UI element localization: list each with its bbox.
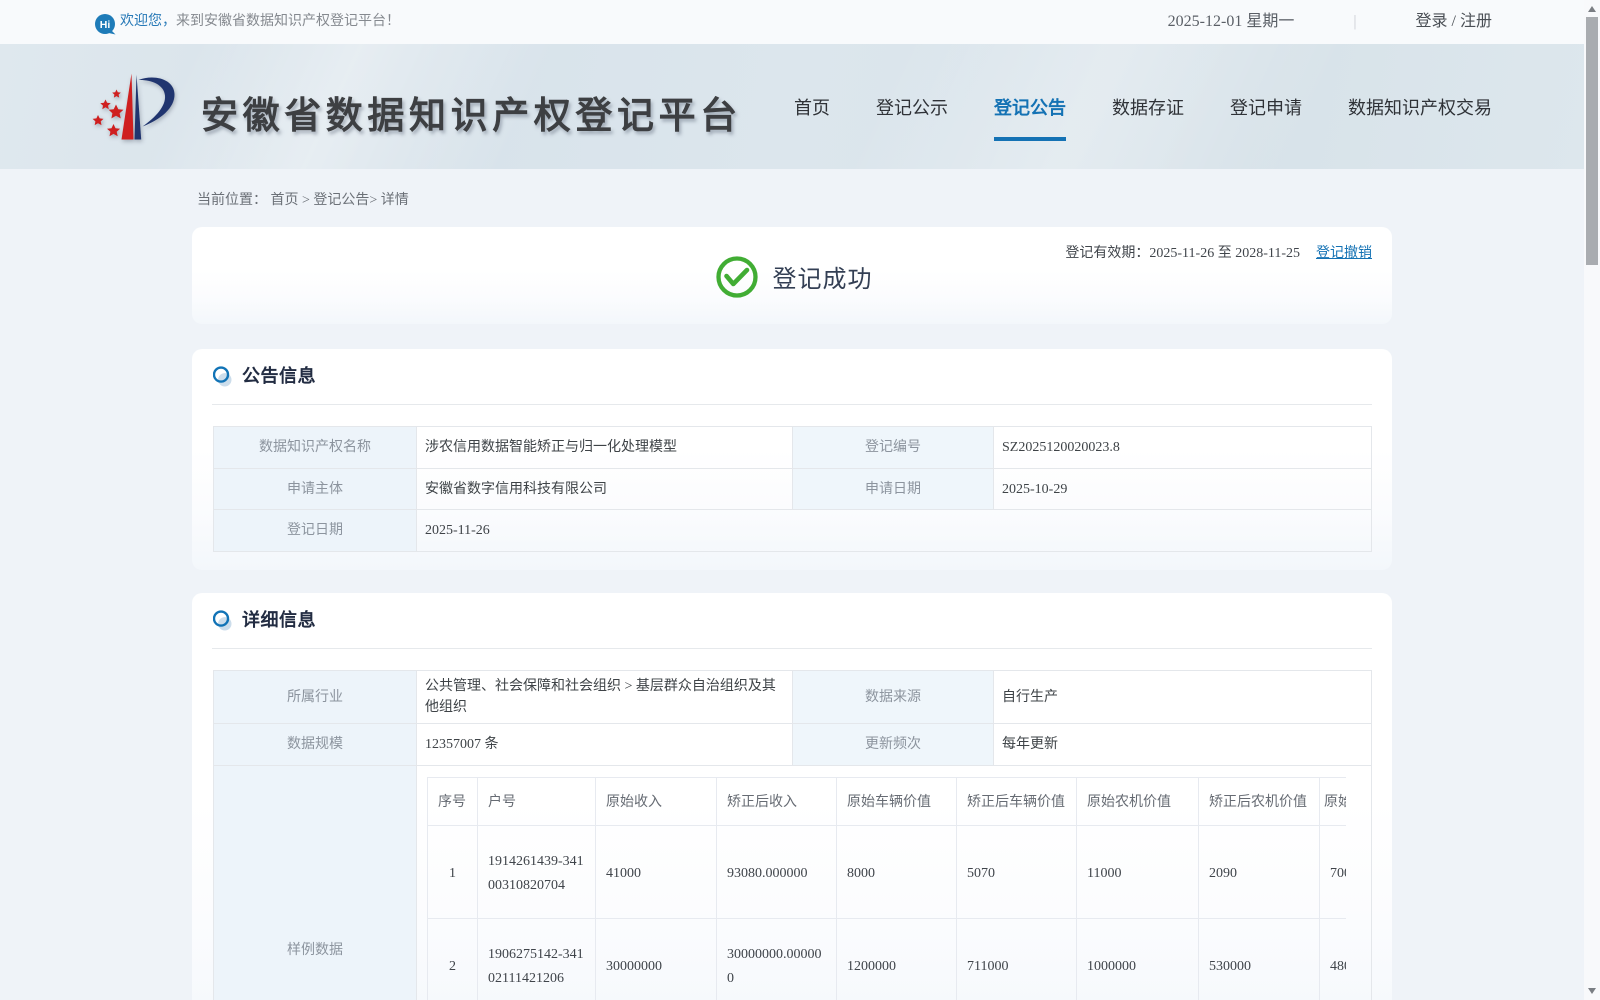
- svg-text:Hi: Hi: [100, 19, 111, 31]
